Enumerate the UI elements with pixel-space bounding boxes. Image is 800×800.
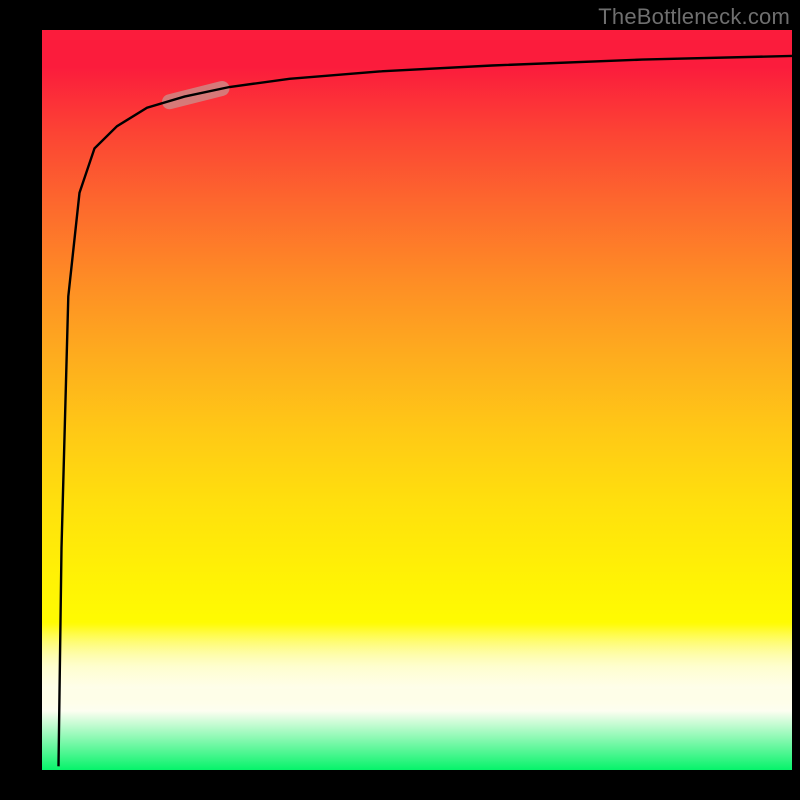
chart-frame: TheBottleneck.com xyxy=(0,0,800,800)
highlight-segment xyxy=(170,88,223,101)
attribution-text: TheBottleneck.com xyxy=(598,4,790,30)
pale-haze-band xyxy=(42,625,792,715)
chart-svg xyxy=(42,30,792,770)
curve-line xyxy=(59,56,793,766)
plot-area xyxy=(42,30,792,770)
